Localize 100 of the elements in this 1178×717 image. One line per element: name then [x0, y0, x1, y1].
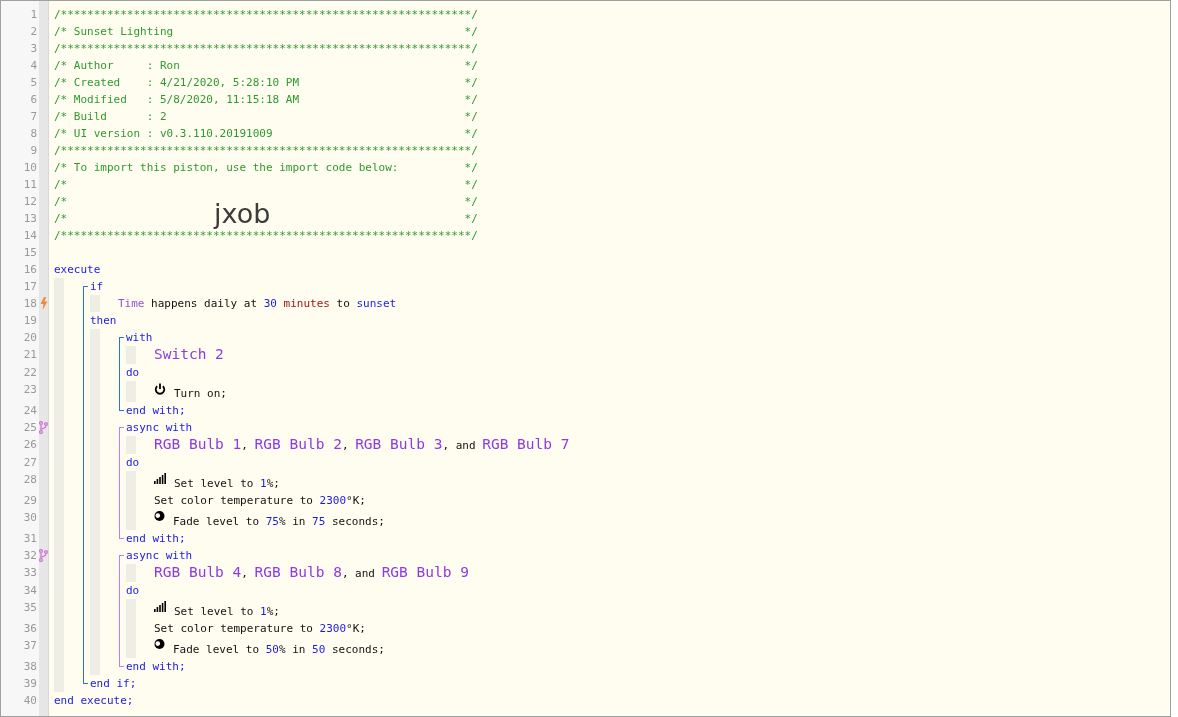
- comment-text: */: [464, 24, 478, 40]
- branch-icon: [39, 549, 48, 562]
- comment-text: /* Sunset Lighting: [54, 24, 174, 40]
- device-name: RGB Bulb 9: [381, 564, 469, 580]
- line-number: 40: [23, 693, 38, 709]
- lightning-icon: [39, 297, 48, 310]
- comment-text: /* UI version : v0.3.110.20191009: [54, 126, 273, 142]
- line-number: 32: [23, 548, 38, 564]
- comment-text: */: [464, 177, 478, 193]
- keyword: async with: [126, 421, 193, 434]
- code-text: % in: [278, 515, 307, 528]
- code-text: Fade level to: [173, 643, 261, 656]
- comment-text: */: [464, 194, 478, 210]
- line-number: 27: [23, 455, 38, 471]
- signal-bars-icon: [154, 601, 166, 612]
- comment-text: /**************************************************************/: [54, 8, 478, 21]
- line-number: 11: [23, 177, 38, 193]
- comment-text: */: [464, 92, 478, 108]
- device-name: RGB Bulb 2: [254, 436, 342, 452]
- line-number: 20: [23, 330, 38, 346]
- comment-text: /**************************************************************/: [54, 144, 478, 157]
- code-text: Set level to: [174, 477, 255, 490]
- code-text: to: [335, 297, 351, 310]
- comment-text: /* Build : 2: [54, 109, 167, 125]
- number-value: 75: [312, 515, 326, 528]
- toggle-circle-icon: [154, 639, 165, 649]
- line-number: 9: [30, 143, 38, 159]
- power-icon: [154, 383, 166, 395]
- code-text: happens daily at: [150, 297, 259, 310]
- line-number: 31: [23, 531, 38, 547]
- line-number: 30: [23, 510, 38, 526]
- line-number: 6: [30, 92, 38, 108]
- literal-value: sunset: [356, 297, 397, 310]
- device-name: RGB Bulb 4: [154, 564, 242, 580]
- keyword: end with;: [126, 660, 186, 673]
- comment-text: */: [464, 75, 478, 91]
- comment-text: /**************************************************************/: [54, 42, 478, 55]
- line-number: 16: [23, 262, 38, 278]
- code-text: %;: [266, 605, 280, 618]
- keyword: end with;: [126, 404, 186, 417]
- number-value: 2300: [319, 622, 347, 635]
- code-text: ,: [241, 439, 249, 452]
- line-number: 39: [23, 676, 38, 692]
- code-text: ,: [241, 567, 249, 580]
- line-number: 10: [23, 160, 38, 176]
- number-value: 75: [265, 515, 279, 528]
- device-name: RGB Bulb 1: [154, 436, 242, 452]
- device-name: Switch 2: [154, 346, 224, 362]
- code-text: %;: [266, 477, 280, 490]
- device-name: RGB Bulb 3: [355, 436, 443, 452]
- line-number: 38: [23, 659, 38, 675]
- comment-text: */: [464, 160, 478, 176]
- comment-text: /* Author : Ron: [54, 58, 180, 74]
- line-number: 22: [23, 365, 38, 381]
- keyword: end if;: [90, 677, 137, 690]
- comment-text: /*: [54, 177, 68, 193]
- line-number: 29: [23, 493, 38, 509]
- keyword: with: [126, 331, 153, 344]
- line-number: 36: [23, 621, 38, 637]
- line-number: 4: [30, 58, 38, 74]
- comment-text: /*: [54, 194, 68, 210]
- line-number: 14: [23, 228, 38, 244]
- code-text: Set color temperature to: [154, 494, 314, 507]
- line-number: 33: [23, 565, 38, 581]
- line-number: 15: [23, 245, 38, 261]
- keyword: end execute;: [54, 694, 134, 707]
- code-text: ,: [341, 439, 350, 452]
- keyword: do: [126, 366, 140, 379]
- line-number: 28: [23, 472, 38, 488]
- keyword: execute: [54, 263, 101, 276]
- signal-bars-icon: [154, 473, 166, 484]
- line-number: 34: [23, 583, 38, 599]
- line-number: 7: [30, 109, 38, 125]
- number-value: 1: [260, 477, 267, 490]
- code-text: °K;: [346, 494, 366, 507]
- number-value: 50: [312, 643, 326, 656]
- number-value: 2300: [319, 494, 347, 507]
- line-number: 17: [23, 279, 38, 295]
- comment-text: /*: [54, 211, 68, 227]
- code-text: °K;: [346, 622, 366, 635]
- line-number: 25: [23, 420, 38, 436]
- number-value: 1: [260, 605, 267, 618]
- branch-icon: [39, 421, 48, 434]
- code-text: % in: [278, 643, 307, 656]
- line-number: 2: [30, 24, 38, 40]
- line-number: 18: [23, 296, 38, 312]
- line-number: 19: [23, 313, 38, 329]
- code-text: Turn on;: [174, 387, 227, 400]
- line-number: 5: [30, 75, 38, 91]
- code-text: Set color temperature to: [154, 622, 314, 635]
- keyword: if: [90, 280, 104, 293]
- code-text: seconds;: [330, 643, 385, 656]
- line-number: 37: [23, 638, 38, 654]
- keyword: do: [126, 456, 140, 469]
- keyword: async with: [126, 549, 193, 562]
- line-number: 3: [30, 41, 38, 57]
- toggle-circle-icon: [154, 511, 165, 521]
- line-number: 26: [23, 437, 38, 453]
- line-number: 1: [30, 7, 38, 23]
- line-number: 35: [23, 600, 38, 616]
